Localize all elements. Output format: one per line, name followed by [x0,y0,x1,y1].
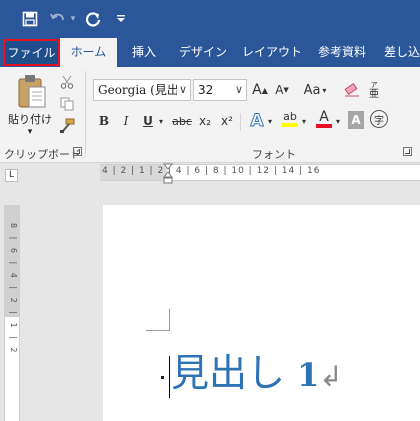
row-separator [240,113,241,131]
shrink-font-label: A [275,83,284,97]
shrink-font-button[interactable]: A ▼ [272,80,292,100]
superscript-button[interactable]: x² [218,111,236,131]
title-bar: ▾ [0,0,420,38]
change-case-label: Aa [303,82,321,98]
ribbon-tab-bar: ファイル ホーム 挿入 デザイン レイアウト 参考資料 差し込 [0,38,420,67]
enclose-characters-button[interactable]: 字 [370,110,388,128]
ruler-area: L 4 | 2 | 1 | 2 | 4 | 6 | 8 | 10 | 12 | … [0,163,420,187]
phonetic-guide-label: 亜 [369,89,379,100]
font-color-button[interactable]: A [314,107,334,131]
font-color-label: A [319,109,329,125]
cut-icon[interactable] [58,73,76,91]
shrink-arrow-icon: ▼ [283,86,289,94]
horizontal-ruler[interactable]: 4 | 2 | 1 | 2 | 4 | 6 | 8 | 10 | 12 | 14… [100,163,420,184]
text-effects-button[interactable]: A [248,110,266,132]
tab-references[interactable]: 参考資料 [310,38,374,67]
repeat-icon[interactable] [82,8,104,30]
clear-formatting-icon[interactable] [342,80,362,100]
vertical-ruler[interactable]: 8 | 6 | 4 | 2 | 1 | 2 [4,205,20,421]
heading-1-paragraph[interactable]: 見出し 1↲ [171,350,343,400]
highlight-color-swatch [282,123,298,127]
underline-button[interactable]: U [140,111,156,131]
paste-label: 貼り付け [8,113,52,126]
group-separator [85,71,86,157]
paste-button[interactable]: 貼り付け ▾ [8,111,52,137]
text-cursor [169,356,170,398]
tab-insert[interactable]: 挿入 [122,38,166,67]
italic-button[interactable]: I [118,111,134,131]
subscript-button[interactable]: x₂ [196,111,214,131]
tab-design[interactable]: デザイン [172,38,234,67]
paragraph-mark-icon: ↲ [319,360,343,393]
undo-icon[interactable] [48,8,68,30]
indent-marker-icon[interactable] [163,163,173,185]
chevron-down-icon: ▾ [322,85,327,95]
save-icon[interactable] [20,8,40,30]
tab-selector[interactable]: L [5,169,18,182]
clipboard-group-label: クリップボード [4,148,81,161]
font-dialog-launcher-icon[interactable] [403,147,412,156]
underline-dropdown-icon[interactable]: ▾ [156,111,166,131]
format-painter-icon[interactable] [58,117,76,135]
grow-arrow-icon: ▲ [261,85,268,95]
phonetic-guide-button[interactable]: ア亜 [364,78,384,102]
tab-mailings[interactable]: 差し込 [384,38,420,67]
font-size-combo[interactable]: 32 ∨ [193,79,247,101]
font-color-dropdown-icon[interactable]: ▾ [334,111,342,131]
chevron-down-icon[interactable]: ∨ [176,80,187,100]
font-color-swatch [316,124,332,128]
undo-dropdown-icon[interactable]: ▾ [68,8,78,30]
font-size-value: 32 [198,83,214,97]
tab-file[interactable]: ファイル [3,39,60,66]
grow-font-button[interactable]: A ▲ [250,80,270,100]
text-effects-dropdown-icon[interactable]: ▾ [266,111,274,131]
chevron-down-icon[interactable]: ∨ [235,80,243,100]
customize-qat-icon[interactable] [114,8,128,30]
bold-button[interactable]: B [96,111,112,131]
strikethrough-button[interactable]: abc [170,111,194,131]
horizontal-ruler-marks: 4 | 2 | 1 | 2 | 4 | 6 | 8 | 10 | 12 | 14… [102,166,321,176]
paste-icon[interactable] [10,72,54,110]
heading-number: 1 [297,356,320,394]
character-shading-button[interactable]: A [348,111,364,129]
font-name-combo[interactable]: Georgia (見出 ∨ [93,79,191,101]
document-page[interactable]: 見出し 1↲ [103,205,420,421]
margin-crop-mark [146,309,170,331]
clipboard-dialog-launcher-icon[interactable] [73,147,82,156]
grow-font-label: A [252,82,262,98]
highlight-button[interactable]: ab [280,107,300,131]
highlight-dropdown-icon[interactable]: ▾ [300,111,308,131]
heading-bullet-mark [161,376,164,379]
copy-icon[interactable] [58,95,76,113]
paste-dropdown-icon: ▾ [27,127,33,137]
tab-layout[interactable]: レイアウト [240,38,304,67]
font-name-value: Georgia (見出 [98,83,179,97]
font-group-label: フォント [252,148,296,161]
highlight-label: ab [283,110,297,123]
ribbon-home: 貼り付け ▾ クリップボード Georgia (見出 ∨ 32 ∨ A ▲ A ▼ A… [0,67,420,163]
tab-home[interactable]: ホーム [60,38,117,67]
change-case-button[interactable]: Aa ▾ [300,80,330,100]
heading-text: 見出し [171,351,298,395]
vertical-ruler-marks: 8 | 6 | 4 | 2 | 1 | 2 [9,223,18,356]
